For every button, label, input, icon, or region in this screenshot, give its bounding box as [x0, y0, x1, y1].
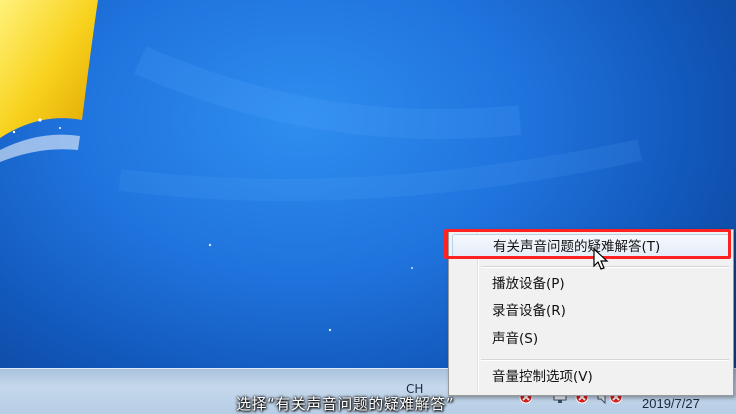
menu-item-label: 声音(S): [492, 331, 539, 347]
menu-item-recording-devices[interactable]: 录音设备(R): [452, 299, 730, 323]
menu-separator: [481, 359, 729, 361]
menu-item-playback-devices[interactable]: 播放设备(P): [452, 272, 730, 296]
clock-date[interactable]: 2019/7/27: [642, 396, 700, 411]
menu-item-sounds[interactable]: 声音(S): [452, 327, 730, 351]
video-caption: 选择“有关声音问题的疑难解答”: [236, 395, 455, 413]
menu-item-label: 录音设备(R): [492, 303, 566, 319]
windows-logo: [0, 0, 110, 170]
menu-item-label: 音量控制选项(V): [492, 369, 593, 385]
menu-item-label: 播放设备(P): [492, 276, 565, 292]
highlight-box: [444, 229, 731, 259]
cursor-icon: [593, 248, 609, 270]
menu-item-volume-options[interactable]: 音量控制选项(V): [452, 365, 730, 389]
